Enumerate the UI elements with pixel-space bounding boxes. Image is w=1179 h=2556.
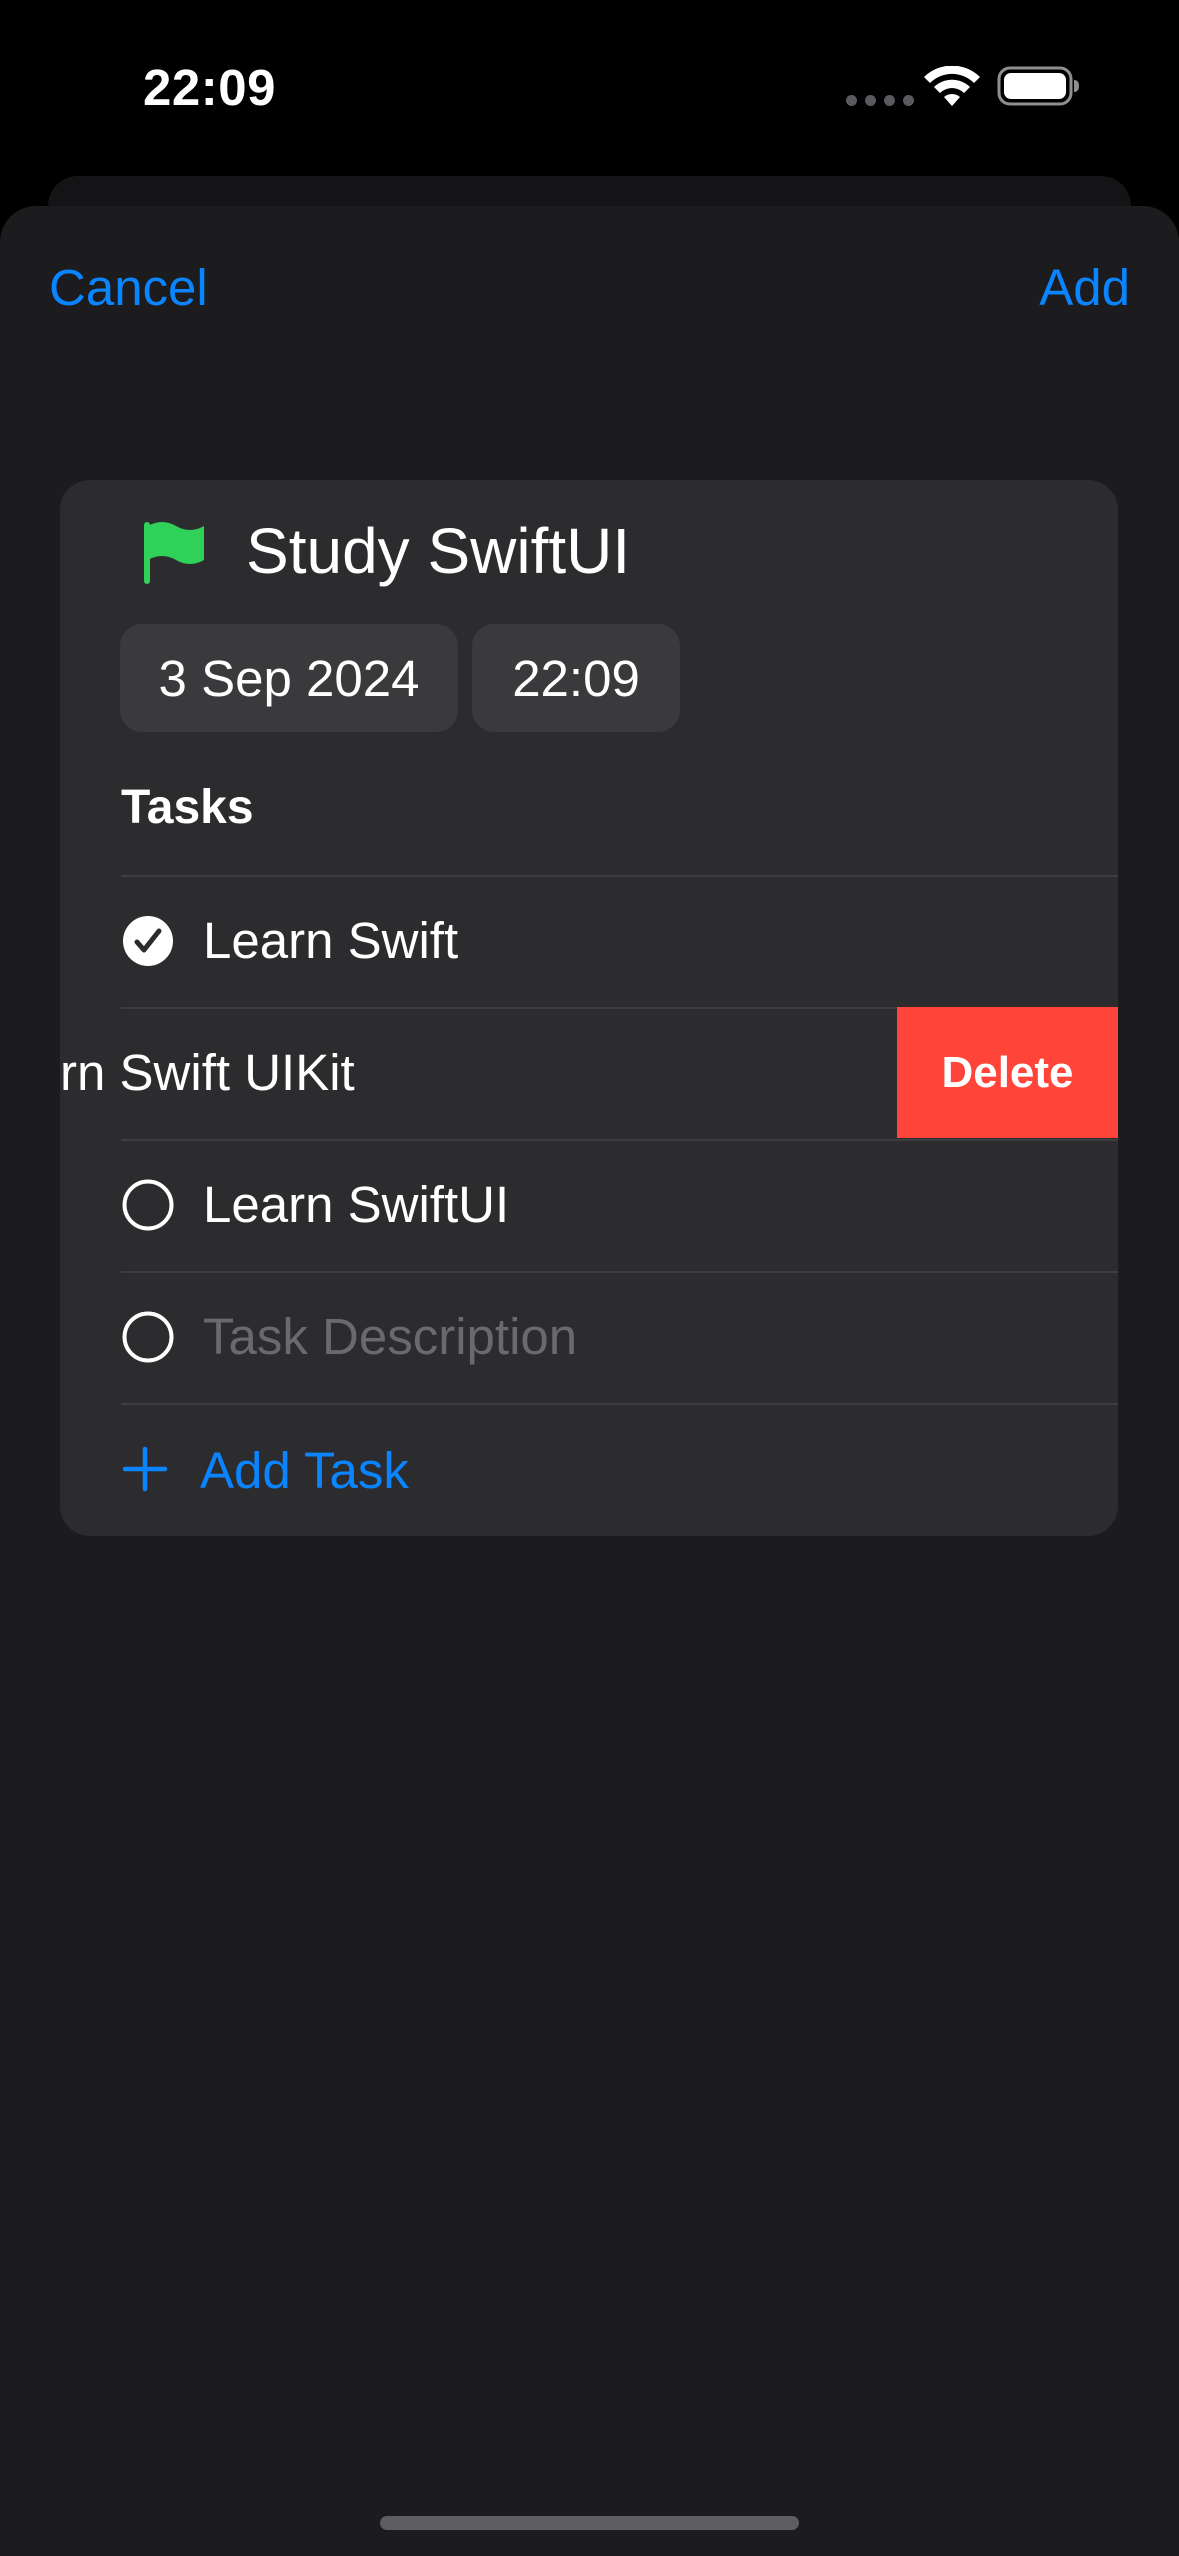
task-label[interactable]: Learn SwiftUI — [203, 1139, 509, 1270]
task-label[interactable]: rn Swift UIKit — [60, 1007, 355, 1138]
time-picker-button[interactable]: 22:09 — [472, 624, 680, 732]
circle-icon[interactable] — [122, 1311, 174, 1363]
task-label[interactable]: Learn Swift — [203, 875, 458, 1006]
list-card: Study SwiftUI 3 Sep 2024 22:09 Tasks Lea… — [60, 480, 1118, 1536]
task-row[interactable]: Learn Swift — [60, 875, 1118, 1006]
battery-icon — [997, 66, 1079, 106]
add-task-label[interactable]: Add Task — [200, 1403, 409, 1536]
screen: 22:09 Cancel Add Study SwiftUI 3 Sep 202… — [0, 0, 1179, 2556]
task-row[interactable]: Learn SwiftUI — [60, 1139, 1118, 1270]
home-indicator[interactable] — [380, 2516, 799, 2530]
tasks-section-title: Tasks — [121, 781, 254, 834]
add-button[interactable]: Add — [1039, 258, 1130, 317]
plus-icon — [122, 1446, 168, 1492]
task-row-swiped[interactable]: rn Swift UIKit Delete — [60, 1007, 1118, 1138]
add-task-button[interactable]: Add Task — [60, 1403, 1118, 1534]
delete-button[interactable]: Delete — [897, 1007, 1118, 1138]
task-description-input[interactable]: Task Description — [203, 1271, 577, 1402]
wifi-icon — [924, 66, 980, 106]
list-title-field[interactable]: Study SwiftUI — [246, 514, 630, 588]
circle-icon[interactable] — [122, 1179, 174, 1231]
signal-dots-icon — [846, 95, 914, 106]
cancel-button[interactable]: Cancel — [49, 258, 208, 317]
new-task-row[interactable]: Task Description — [60, 1271, 1118, 1402]
status-time: 22:09 — [143, 59, 276, 116]
date-picker-button[interactable]: 3 Sep 2024 — [120, 624, 458, 732]
flag-icon[interactable] — [140, 520, 208, 586]
checkmark-circle-filled-icon[interactable] — [122, 915, 174, 967]
